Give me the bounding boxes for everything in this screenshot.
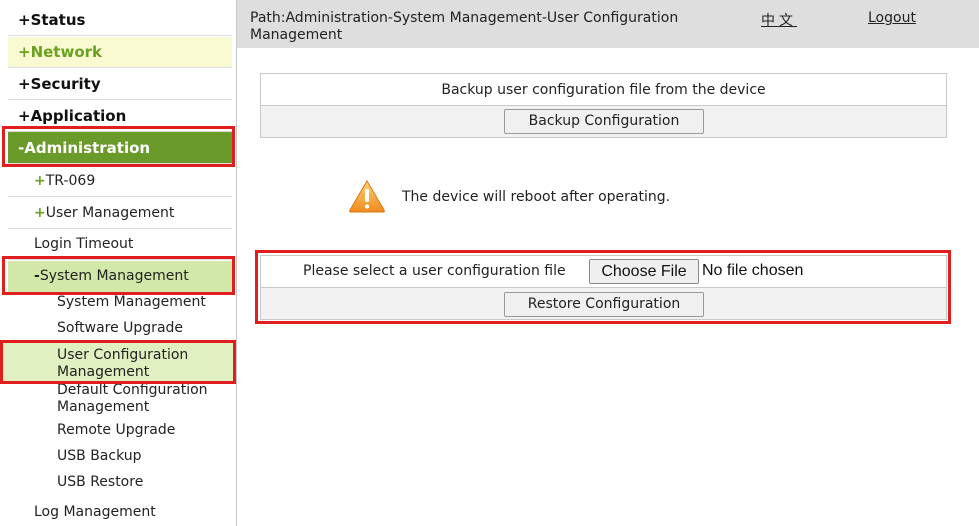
nav-administration[interactable]: -Administration	[8, 132, 232, 164]
nav-leaf-remote-upgrade[interactable]: Remote Upgrade	[57, 422, 227, 439]
nav-login-timeout-label: Login Timeout	[34, 236, 134, 252]
expand-icon: +	[18, 75, 31, 93]
nav-security[interactable]: +Security	[8, 69, 232, 100]
nav-leaf-user-configuration-management[interactable]: User Configuration Management	[57, 347, 227, 381]
backup-configuration-button[interactable]: Backup Configuration	[504, 109, 704, 134]
nav-user-management[interactable]: +User Management	[8, 198, 232, 229]
nav-log-management[interactable]: Log Management	[34, 504, 156, 520]
nav-system-management[interactable]: -System Management	[8, 261, 232, 292]
nav-leaf-usb-backup[interactable]: USB Backup	[57, 448, 227, 465]
nav-leaf-default-configuration-management[interactable]: Default Configuration Management	[57, 382, 227, 416]
nav-leaf-software-upgrade[interactable]: Software Upgrade	[57, 320, 227, 337]
expand-icon: +	[18, 11, 31, 29]
choose-file-button[interactable]: Choose File	[589, 259, 699, 284]
nav-user-management-label: User Management	[45, 205, 175, 221]
nav-application[interactable]: +Application	[8, 101, 232, 132]
nav-system-management-label: System Management	[39, 268, 189, 284]
nav-leaf-usb-restore[interactable]: USB Restore	[57, 474, 227, 491]
restore-button-row: Restore Configuration	[261, 288, 946, 319]
nav-login-timeout[interactable]: Login Timeout	[8, 229, 232, 260]
restore-file-row: Please select a user configuration file …	[261, 256, 946, 288]
expand-icon: +	[18, 43, 31, 61]
select-file-label: Please select a user configuration file	[303, 263, 566, 279]
backup-panel: Backup user configuration file from the …	[260, 73, 947, 138]
backup-row: Backup Configuration	[261, 106, 946, 137]
expand-icon: +	[34, 173, 46, 189]
expand-icon: +	[34, 205, 46, 221]
expand-icon: +	[18, 107, 31, 125]
nav-network-label: Network	[30, 43, 103, 61]
restore-panel: Please select a user configuration file …	[260, 255, 947, 320]
logout-link[interactable]: Logout	[868, 10, 916, 26]
nav-leaf-system-management[interactable]: System Management	[57, 294, 227, 311]
restore-configuration-button[interactable]: Restore Configuration	[504, 292, 704, 317]
nav-administration-label: Administration	[24, 139, 151, 157]
warning-icon	[349, 180, 385, 213]
nav-security-label: Security	[30, 75, 101, 93]
warning-text: The device will reboot after operating.	[402, 189, 671, 205]
breadcrumb: Path:Administration-System Management-Us…	[250, 10, 679, 43]
header-bar: Path:Administration-System Management-Us…	[237, 0, 979, 48]
nav-tr069-label: TR-069	[45, 173, 96, 189]
sidebar: +Status +Network +Security +Application …	[0, 0, 237, 526]
file-status-text: No file chosen	[702, 262, 804, 279]
nav-application-label: Application	[30, 107, 127, 125]
nav-tr069[interactable]: +TR-069	[8, 166, 232, 197]
backup-title: Backup user configuration file from the …	[261, 74, 946, 106]
language-link[interactable]: 中文	[761, 10, 797, 30]
nav-status-label: Status	[30, 11, 86, 29]
nav-network[interactable]: +Network	[8, 37, 232, 68]
nav-status[interactable]: +Status	[8, 5, 232, 36]
